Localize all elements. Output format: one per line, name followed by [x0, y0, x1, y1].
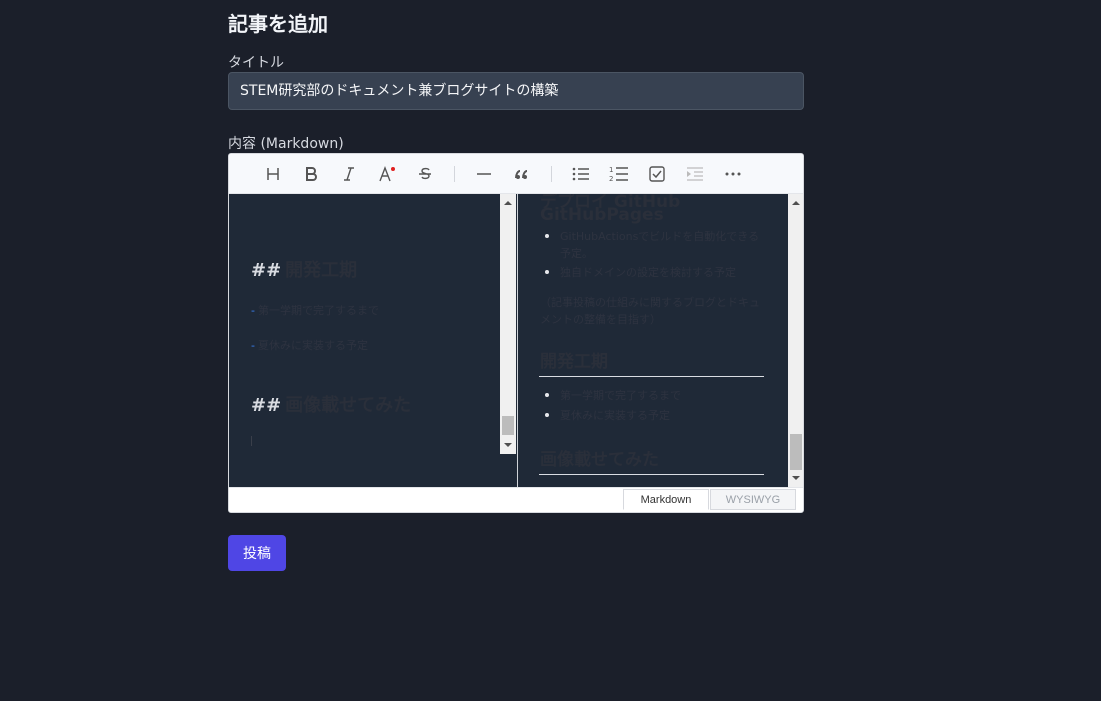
heading-marker: ## — [251, 260, 282, 281]
heading-text: 開発工期 — [285, 260, 358, 281]
horizontal-rule-icon[interactable] — [468, 160, 500, 188]
list-marker: - — [251, 339, 255, 352]
preview-list-item: 独自ドメインの設定を検討する予定 — [560, 266, 736, 279]
list-text: 第一学期で完了するまで — [257, 304, 379, 317]
md-heading: ## 画像載せてみた — [251, 391, 411, 417]
quote-icon[interactable] — [506, 160, 538, 188]
bullet-list-icon[interactable] — [565, 160, 597, 188]
md-list-item: - 夏休みに実装する予定 — [251, 337, 368, 353]
preview-heading: 開発工期 — [540, 352, 608, 372]
editor-panes: ## 開発工期 - 第一学期で完了するまで - 夏休みに実装する予定 ## 画像載せてみ… — [229, 194, 803, 487]
italic-icon[interactable] — [333, 160, 365, 188]
text-cursor — [251, 436, 252, 446]
more-icon[interactable] — [717, 160, 749, 188]
list-marker: - — [251, 304, 255, 317]
svg-text:1: 1 — [609, 166, 613, 174]
bullet-dot — [545, 270, 549, 274]
scrollbar-thumb[interactable] — [502, 416, 514, 435]
bullet-dot — [545, 234, 549, 238]
task-list-icon[interactable] — [641, 160, 673, 188]
preview-list-item: 第一学期で完了するまで — [560, 389, 681, 402]
page-title: 記事を追加 — [228, 12, 328, 36]
ordered-list-icon[interactable]: 12 — [603, 160, 635, 188]
bold-icon[interactable] — [295, 160, 327, 188]
text-color-icon[interactable] — [371, 160, 403, 188]
heading-text: 画像載せてみた — [285, 395, 412, 416]
editor-mode-switch: Markdown WYSIWYG — [229, 487, 803, 512]
title-input[interactable]: STEM研究部のドキュメント兼ブログサイトの構築 — [228, 72, 804, 110]
bullet-dot — [545, 393, 549, 397]
heading-icon[interactable] — [257, 160, 289, 188]
markdown-preview-pane: デプロイ GitHub GitHubPages GitHubActionsでビル… — [517, 194, 803, 487]
wysiwyg-mode-tab[interactable]: WYSIWYG — [710, 489, 796, 510]
title-label: タイトル — [228, 55, 284, 71]
submit-button[interactable]: 投稿 — [228, 535, 286, 571]
heading-underline — [539, 376, 764, 377]
markdown-mode-tab[interactable]: Markdown — [623, 489, 709, 510]
list-text: 夏休みに実装する予定 — [257, 339, 368, 352]
preview-heading: GitHubPages — [540, 205, 664, 225]
heading-underline — [539, 474, 764, 475]
preview-list-item: 夏休みに実装する予定 — [560, 409, 670, 422]
preview-scrollbar[interactable] — [788, 194, 803, 487]
preview-paragraph: （記事投稿の仕組みに関するブログとドキュメントの整備を目指す） — [540, 296, 760, 326]
heading-marker: ## — [251, 395, 282, 416]
preview-list-item: GitHubActionsでビルドを自動化できる予定。 — [560, 230, 760, 260]
source-scrollbar[interactable] — [500, 194, 516, 454]
bullet-dot — [545, 413, 549, 417]
md-list-item: - 第一学期で完了するまで — [251, 302, 379, 318]
scrollbar-thumb[interactable] — [790, 434, 802, 470]
scroll-up-icon[interactable] — [504, 201, 512, 205]
markdown-editor: 12 ## 開発工期 - 第一学期で完了するまで - 夏休みに実装する予定 ## 画像載… — [228, 153, 804, 513]
indent-icon[interactable] — [679, 160, 711, 188]
scroll-down-icon[interactable] — [504, 443, 512, 447]
content-label: 内容 (Markdown) — [228, 136, 344, 152]
preview-heading: 画像載せてみた — [540, 450, 659, 470]
scroll-up-icon[interactable] — [792, 201, 800, 205]
toolbar-divider — [454, 165, 455, 182]
md-heading: ## 開発工期 — [251, 256, 357, 282]
strikethrough-icon[interactable] — [409, 160, 441, 188]
scroll-down-icon[interactable] — [792, 476, 800, 480]
editor-toolbar: 12 — [229, 154, 803, 194]
toolbar-divider — [551, 165, 552, 182]
markdown-source-pane[interactable]: ## 開発工期 - 第一学期で完了するまで - 夏休みに実装する予定 ## 画像載せてみ… — [229, 194, 516, 487]
svg-text:2: 2 — [609, 175, 613, 183]
